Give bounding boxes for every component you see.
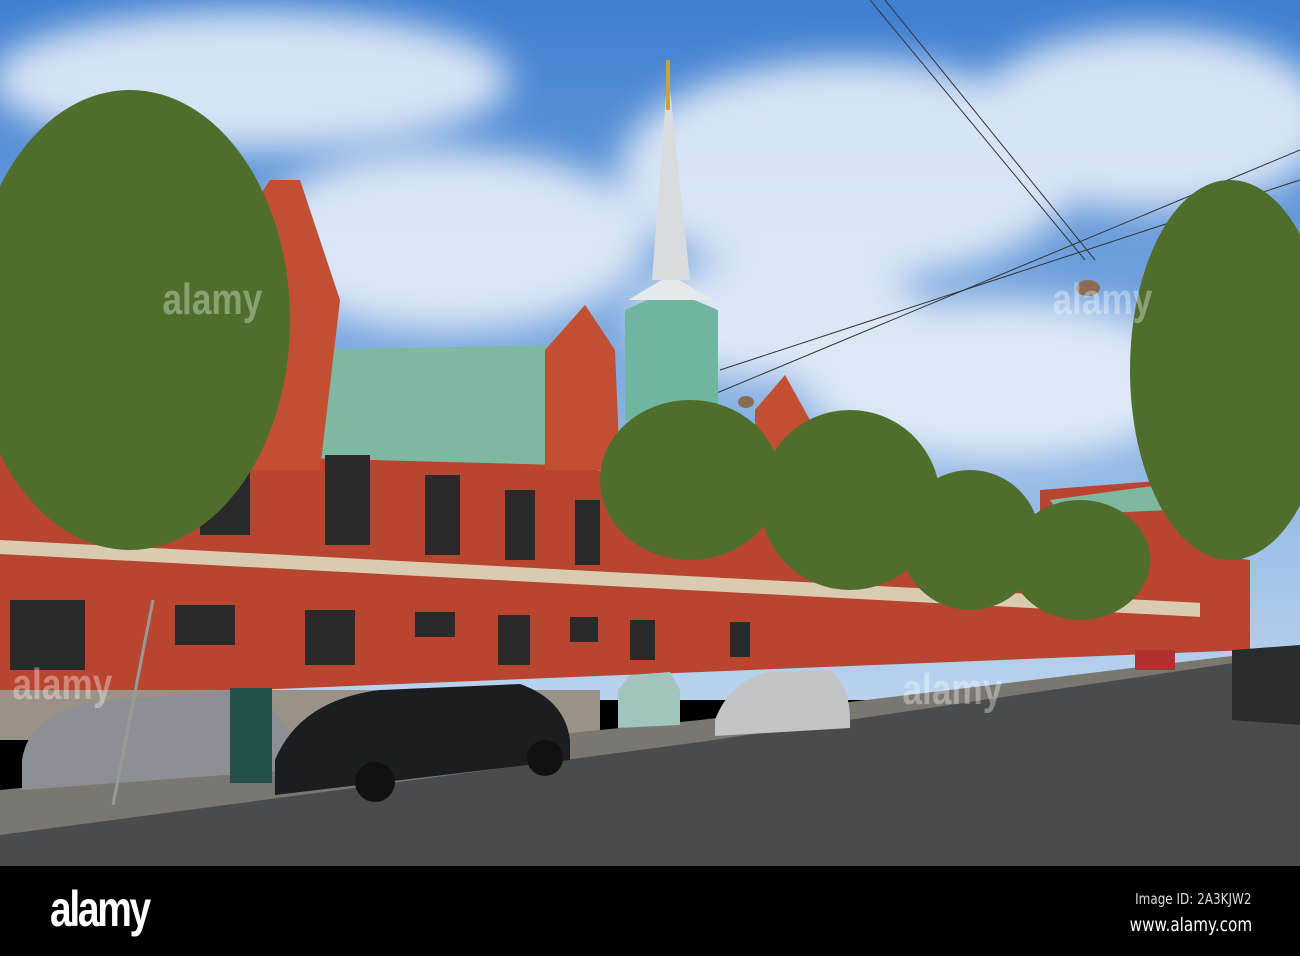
watermark: alamy bbox=[162, 275, 263, 324]
watermark: alamy bbox=[1052, 275, 1153, 324]
watermark: alamy bbox=[12, 660, 113, 709]
image-id: Image ID: 2A3KJW2 bbox=[1135, 890, 1252, 908]
footer-bar: alamy Image ID: 2A3KJW2 www.alamy.com bbox=[0, 866, 1300, 956]
photo-borsen-copenhagen bbox=[0, 0, 1300, 866]
site-url[interactable]: www.alamy.com bbox=[1129, 914, 1252, 936]
alamy-logo[interactable]: alamy bbox=[50, 880, 151, 938]
hanging-lamp bbox=[738, 396, 754, 408]
watermark: alamy bbox=[902, 665, 1003, 714]
